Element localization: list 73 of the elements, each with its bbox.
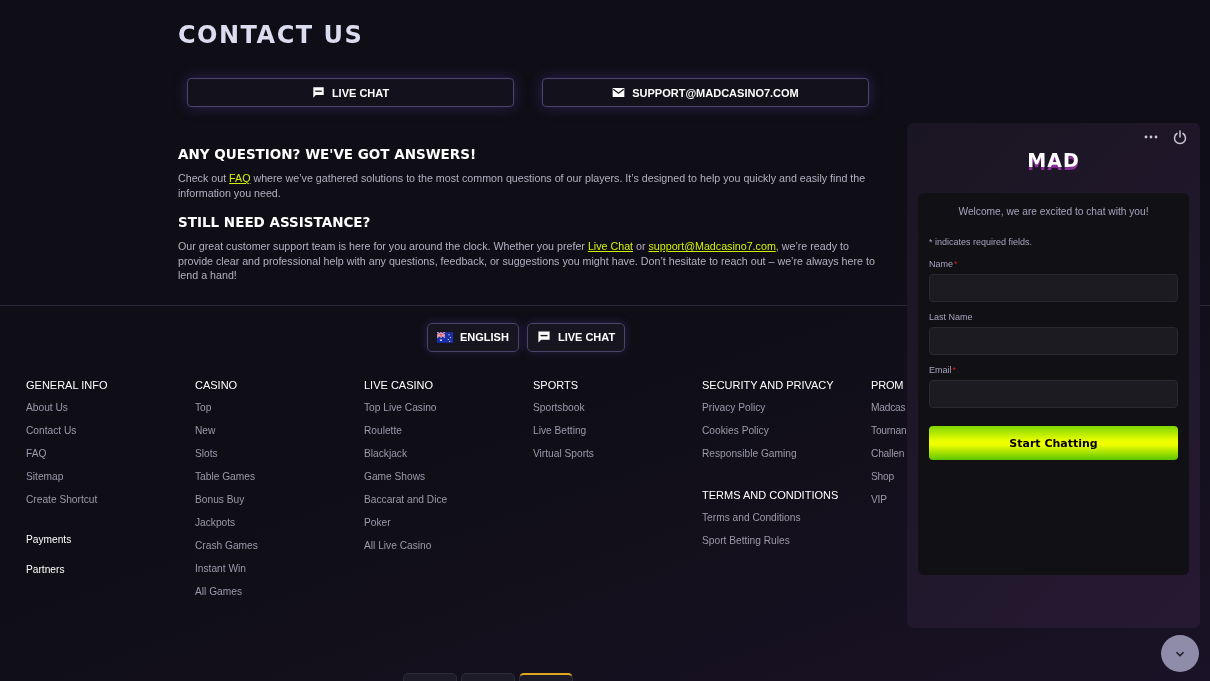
footer-link[interactable]: Privacy Policy <box>702 400 766 416</box>
field-label: Last Name <box>929 311 973 323</box>
footer-link[interactable]: Slots <box>195 446 218 462</box>
language-button[interactable]: ENGLISH <box>427 322 519 352</box>
text-link[interactable]: Live Chat <box>587 240 634 252</box>
flag-icon <box>437 331 453 343</box>
page-title: CONTACT US <box>178 20 365 50</box>
section-heading: STILL NEED ASSISTANCE? <box>178 213 372 231</box>
footer-link[interactable]: All Live Casino <box>364 538 432 554</box>
chat-bubble-icon <box>536 330 551 344</box>
column-heading: TERMS AND CONDITIONS <box>702 487 839 502</box>
footer-link[interactable]: Sportsbook <box>533 400 585 416</box>
footer-link[interactable]: All Games <box>195 584 242 600</box>
column-heading: LIVE CASINO <box>364 377 434 392</box>
footer-link[interactable]: Shop <box>871 469 894 485</box>
footer-link[interactable]: Top Live Casino <box>364 400 437 416</box>
footer-link[interactable]: Baccarat and Dice <box>364 492 448 508</box>
footer-link[interactable]: Blackjack <box>364 446 408 462</box>
footer-link[interactable]: New <box>195 423 216 439</box>
chat-bubble-icon <box>311 86 325 99</box>
live-chat-button[interactable]: LIVE CHAT <box>526 322 626 352</box>
text-link[interactable]: FAQ <box>229 172 251 184</box>
footer-link[interactable]: Roulette <box>364 423 402 439</box>
footer-link[interactable]: About Us <box>26 400 68 416</box>
scroll-down-button[interactable] <box>1161 635 1199 672</box>
required-mark: * <box>954 258 958 270</box>
footer-link[interactable]: Poker <box>364 515 391 531</box>
footer-link[interactable]: Partners <box>26 561 65 577</box>
input-field[interactable] <box>929 274 1178 302</box>
column-heading: PROM <box>871 377 904 392</box>
footer-link[interactable]: Challen <box>871 446 905 462</box>
footer-link[interactable]: Top <box>195 400 212 416</box>
footer-link[interactable]: Instant Win <box>195 561 246 577</box>
footer-link[interactable]: Responsible Gaming <box>702 446 797 462</box>
footer-link[interactable]: Payments <box>26 531 72 547</box>
paragraph: Check out FAQ where we’ve gathered solutions to the most common questions of our players. It’s designed to help you quickly and easily find the information you need. <box>178 171 867 200</box>
input-field[interactable] <box>929 380 1178 408</box>
footer-link[interactable]: FAQ <box>26 446 47 462</box>
footer-link[interactable]: Game Shows <box>364 469 426 485</box>
footer-link[interactable]: Sitemap <box>26 469 64 485</box>
footer-link[interactable]: Madcas <box>871 400 906 416</box>
section-heading: ANY QUESTION? WE'VE GOT ANSWERS! <box>178 145 478 163</box>
welcome-text: Welcome, we are excited to chat with you! <box>957 205 1150 219</box>
start-chatting-button[interactable]: Start Chatting <box>929 426 1178 460</box>
footer-link[interactable]: Cookies Policy <box>702 423 769 439</box>
footer-link[interactable]: Tournan <box>871 423 907 439</box>
footer-link[interactable]: Live Betting <box>533 423 587 439</box>
live-chat-button[interactable]: LIVE CHAT <box>187 78 514 107</box>
footer-link[interactable]: Virtual Sports <box>533 446 594 462</box>
power-icon <box>1172 129 1188 145</box>
field-label: Email <box>929 364 952 376</box>
text-link[interactable]: support@Madcasino7.com <box>648 240 776 252</box>
footer-link[interactable]: VIP <box>871 492 887 508</box>
required-mark: * <box>952 364 957 376</box>
required-note: * indicates required fields. <box>929 236 1034 249</box>
footer-link[interactable]: Jackpots <box>195 515 236 531</box>
field-label: Name <box>929 258 953 270</box>
paragraph: Our great customer support team is here for you around the clock. Whether you prefer Live Chat or support@Madcasino7.com, we’re ready to provide clear and professional help with any questions, feedback, or suggestions you might have. Don’t hesitate to reach out – we’re always here to lend a hand! <box>178 239 876 283</box>
logo: MAD <box>1027 149 1080 171</box>
footer-link[interactable]: Crash Games <box>195 538 258 554</box>
footer-link[interactable]: Create Shortcut <box>26 492 98 508</box>
column-heading: SECURITY AND PRIVACY <box>702 377 834 392</box>
column-heading: GENERAL INFO <box>26 377 108 392</box>
column-heading: CASINO <box>195 377 238 392</box>
footer-link[interactable]: Contact Us <box>26 423 77 439</box>
input-field[interactable] <box>929 327 1178 355</box>
footer-link[interactable]: Sport Betting Rules <box>702 533 790 549</box>
email-button[interactable]: SUPPORT@MADCASINO7.COM <box>542 78 869 107</box>
footer-link[interactable]: Bonus Buy <box>195 492 245 508</box>
column-heading: SPORTS <box>533 377 579 392</box>
envelope-icon <box>612 86 626 99</box>
footer-link[interactable]: Terms and Conditions <box>702 510 801 526</box>
footer-link[interactable]: Table Games <box>195 469 256 485</box>
